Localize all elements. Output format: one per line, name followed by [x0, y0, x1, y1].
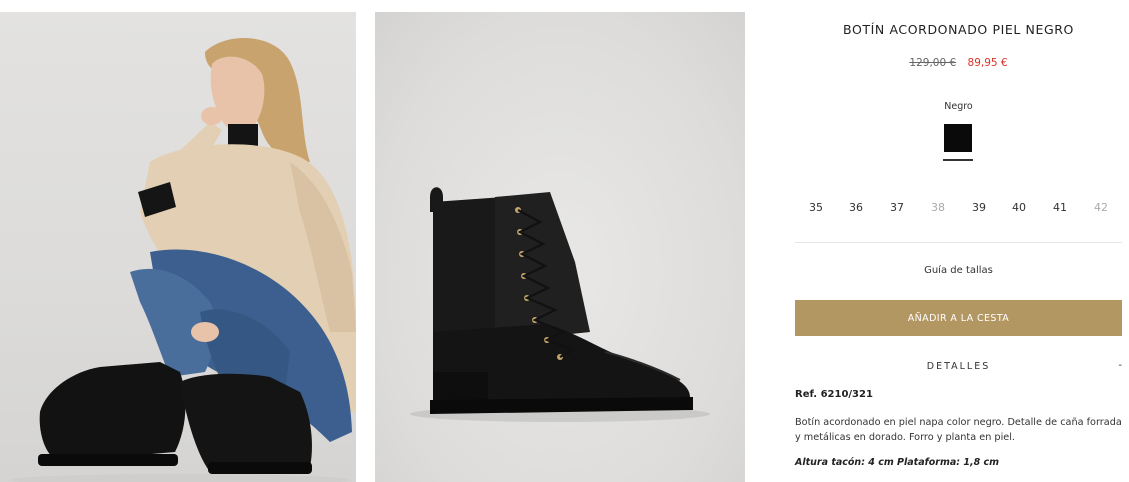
- size-selector: 35 36 37 38 39 40 41 42: [795, 201, 1122, 217]
- boot-illustration: [410, 187, 710, 422]
- sale-price: 89,95 €: [967, 57, 1008, 69]
- size-option[interactable]: 39: [966, 201, 992, 214]
- product-page: BOTÍN ACORDONADO PIEL NEGRO 129,00 € 89,…: [0, 0, 1129, 482]
- selected-color-label: Negro: [944, 101, 973, 112]
- product-measures: Altura tacón: 4 cm Plataforma: 1,8 cm: [795, 457, 1000, 468]
- collapse-icon[interactable]: -: [1118, 360, 1122, 371]
- model-illustration: [10, 38, 356, 482]
- size-option[interactable]: 37: [884, 201, 910, 214]
- divider: [795, 242, 1122, 243]
- color-swatch-black[interactable]: [944, 124, 972, 152]
- add-to-cart-button[interactable]: AÑADIR A LA CESTA: [795, 300, 1122, 336]
- size-option-unavailable[interactable]: 42: [1088, 201, 1114, 214]
- details-label: DETALLES: [926, 361, 991, 372]
- product-title: BOTÍN ACORDONADO PIEL NEGRO: [843, 22, 1074, 37]
- model-photo[interactable]: [0, 12, 356, 482]
- size-guide-link[interactable]: Guía de tallas: [795, 265, 1122, 276]
- price-block: 129,00 € 89,95 €: [795, 57, 1122, 69]
- size-option[interactable]: 35: [803, 201, 829, 214]
- selected-swatch-indicator: [943, 159, 973, 161]
- size-option-unavailable[interactable]: 38: [925, 201, 951, 214]
- details-accordion-header[interactable]: DETALLES -: [795, 360, 1122, 375]
- boot-photo[interactable]: [375, 12, 745, 482]
- size-option[interactable]: 36: [843, 201, 869, 214]
- product-reference: Ref. 6210/321: [795, 389, 873, 400]
- size-option[interactable]: 40: [1006, 201, 1032, 214]
- product-description: Botín acordonado en piel napa color negr…: [795, 417, 1122, 443]
- size-option[interactable]: 41: [1047, 201, 1073, 214]
- original-price: 129,00 €: [909, 57, 957, 69]
